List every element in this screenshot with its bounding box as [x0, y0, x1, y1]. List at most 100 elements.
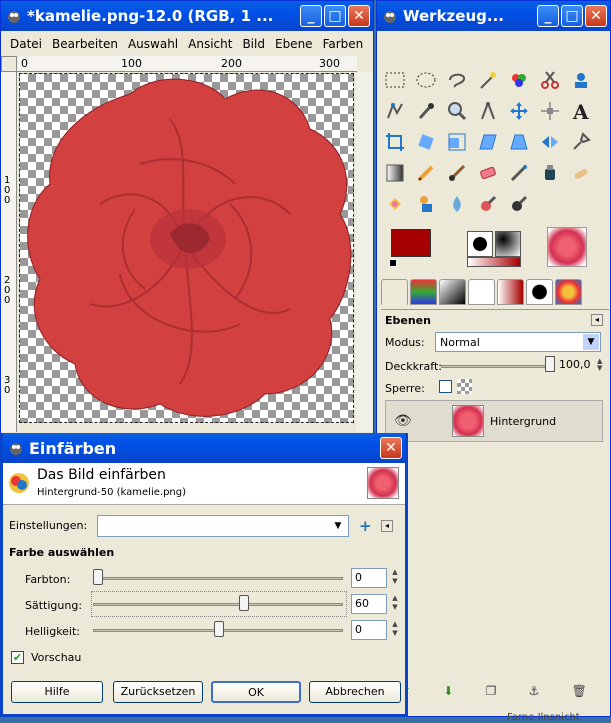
- preview-label[interactable]: Vorschau: [31, 651, 81, 664]
- duplicate-layer-icon[interactable]: ❐: [486, 684, 497, 698]
- ellipse-select-icon[interactable]: [412, 66, 440, 94]
- maximize-button[interactable]: □: [561, 5, 583, 27]
- tab-brushes[interactable]: [526, 279, 553, 305]
- minimize-button[interactable]: _: [300, 5, 322, 27]
- preset-menu-icon[interactable]: ◂: [381, 520, 393, 532]
- panel-menu-icon[interactable]: ◂: [591, 314, 603, 326]
- ok-button[interactable]: OK: [211, 681, 301, 703]
- tab-undo[interactable]: [468, 279, 495, 305]
- default-colors-icon[interactable]: [389, 259, 397, 267]
- menu-ebene[interactable]: Ebene: [270, 37, 318, 51]
- chevron-down-icon[interactable]: ▼: [583, 334, 599, 350]
- foreground-color-swatch[interactable]: [391, 229, 431, 257]
- menu-bearbeiten[interactable]: Bearbeiten: [47, 37, 123, 51]
- layer-row[interactable]: 👁 Hintergrund: [385, 400, 603, 442]
- paintbrush-icon[interactable]: [443, 159, 471, 187]
- text-tool-icon[interactable]: A: [567, 97, 595, 125]
- move-icon[interactable]: [505, 97, 533, 125]
- close-button[interactable]: ✕: [380, 437, 402, 459]
- saturation-spinbox[interactable]: 60: [351, 594, 387, 614]
- preview-checkbox[interactable]: ✔: [11, 651, 24, 664]
- menu-bild[interactable]: Bild: [237, 37, 270, 51]
- airbrush-icon[interactable]: [505, 159, 533, 187]
- measure-icon[interactable]: [474, 97, 502, 125]
- fuzzy-select-icon[interactable]: [474, 66, 502, 94]
- crop-icon[interactable]: [381, 128, 409, 156]
- cancel-button[interactable]: Abbrechen: [309, 681, 401, 703]
- image-canvas[interactable]: [19, 73, 354, 423]
- pattern-preview[interactable]: [495, 231, 521, 257]
- ruler-corner[interactable]: [1, 56, 17, 72]
- color-picker-icon[interactable]: [412, 97, 440, 125]
- align-icon[interactable]: [536, 97, 564, 125]
- dodge-burn-icon[interactable]: [474, 190, 502, 218]
- hue-slider-thumb[interactable]: [93, 569, 103, 585]
- pencil-icon[interactable]: [412, 159, 440, 187]
- paths-icon[interactable]: [381, 97, 409, 125]
- opacity-slider[interactable]: [441, 365, 553, 368]
- scale-icon[interactable]: [443, 128, 471, 156]
- scissors-icon[interactable]: [536, 66, 564, 94]
- tab-paths[interactable]: [439, 279, 466, 305]
- dialog-titlebar[interactable]: Einfärben ✕: [3, 433, 405, 463]
- foreground-select-icon[interactable]: [567, 66, 595, 94]
- shear-icon[interactable]: [474, 128, 502, 156]
- lightness-spin-arrows[interactable]: ▲ ▼: [389, 620, 401, 640]
- chevron-down-icon[interactable]: ▼: [330, 518, 346, 534]
- add-preset-icon[interactable]: +: [359, 517, 372, 535]
- hue-slider[interactable]: [93, 577, 343, 580]
- tab-gradients[interactable]: [497, 279, 524, 305]
- hue-spin-arrows[interactable]: ▲ ▼: [389, 568, 401, 588]
- tab-channels[interactable]: [410, 279, 437, 305]
- image-thumbnail[interactable]: [547, 227, 587, 267]
- eraser-icon[interactable]: [474, 159, 502, 187]
- reset-button[interactable]: Zurücksetzen: [113, 681, 203, 703]
- opacity-value[interactable]: 100,0: [559, 358, 591, 371]
- maximize-button[interactable]: □: [324, 5, 346, 27]
- saturation-slider-thumb[interactable]: [239, 595, 249, 611]
- convolve-icon[interactable]: [412, 190, 440, 218]
- image-window-titlebar[interactable]: *kamelie.png-12.0 (RGB, 1 ... _ □ ✕: [1, 1, 373, 31]
- saturation-spin-arrows[interactable]: ▲ ▼: [389, 594, 401, 614]
- lightness-slider-thumb[interactable]: [214, 621, 224, 637]
- zoom-icon[interactable]: [443, 97, 471, 125]
- ink-icon[interactable]: [536, 159, 564, 187]
- toolbox-titlebar[interactable]: Werkzeug... _ □ ✕: [377, 1, 610, 31]
- close-button[interactable]: ✕: [585, 5, 607, 27]
- bucket-fill-icon[interactable]: [381, 190, 409, 218]
- lasso-icon[interactable]: [443, 66, 471, 94]
- lower-layer-icon[interactable]: ⬇: [443, 684, 453, 698]
- menu-datei[interactable]: Datei: [5, 37, 47, 51]
- heal-icon[interactable]: [567, 159, 595, 187]
- gradient-icon[interactable]: [381, 159, 409, 187]
- rect-select-icon[interactable]: [381, 66, 409, 94]
- lightness-spinbox[interactable]: 0: [351, 620, 387, 640]
- eye-icon[interactable]: 👁: [394, 413, 412, 429]
- color-select-icon[interactable]: [505, 66, 533, 94]
- menu-ansicht[interactable]: Ansicht: [183, 37, 237, 51]
- vertical-scrollbar[interactable]: [356, 72, 373, 432]
- help-button[interactable]: Hilfe: [11, 681, 103, 703]
- delete-layer-icon[interactable]: 🗑: [572, 684, 587, 698]
- close-button[interactable]: ✕: [348, 5, 370, 27]
- lock-alpha-checkbox[interactable]: [439, 380, 452, 393]
- gradient-preview[interactable]: [467, 257, 521, 267]
- settings-combo[interactable]: ▼: [97, 515, 349, 537]
- horizontal-ruler[interactable]: 0 100 200 300: [17, 56, 357, 72]
- menu-farben[interactable]: Farben: [318, 37, 369, 51]
- perspective-icon[interactable]: [505, 128, 533, 156]
- opacity-slider-thumb[interactable]: [545, 356, 555, 372]
- tab-layers[interactable]: [381, 279, 408, 305]
- smudge-icon[interactable]: [443, 190, 471, 218]
- saturation-slider[interactable]: [93, 603, 343, 606]
- hue-spinbox[interactable]: 0: [351, 568, 387, 588]
- brush-preview[interactable]: [467, 231, 493, 257]
- vertical-ruler[interactable]: 1 0 0 2 0 0 3 0: [1, 72, 17, 432]
- layer-name[interactable]: Hintergrund: [490, 415, 556, 428]
- rotate-icon[interactable]: [412, 128, 440, 156]
- anchor-icon[interactable]: ⚓: [529, 684, 540, 698]
- clone-brush-icon[interactable]: [567, 128, 595, 156]
- menu-auswahl[interactable]: Auswahl: [123, 37, 183, 51]
- dodge-icon[interactable]: [505, 190, 533, 218]
- opacity-spin-arrows[interactable]: ▲ ▼: [597, 358, 602, 372]
